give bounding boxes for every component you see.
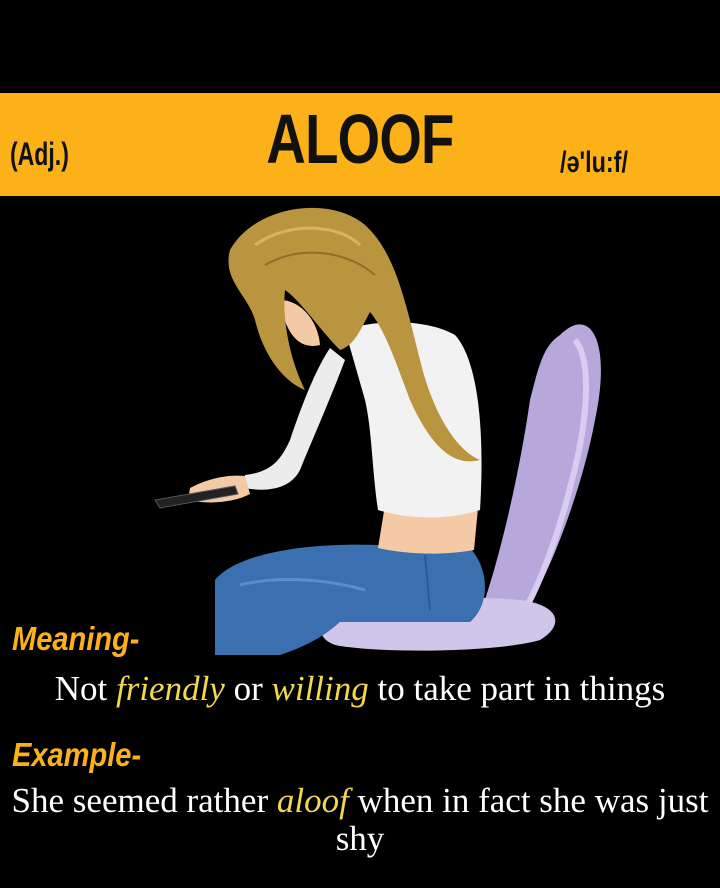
word-title: ALOOF [266, 100, 454, 178]
part-of-speech: (Adj.) [10, 136, 69, 172]
meaning-part: Not [54, 669, 116, 708]
example-highlight-aloof: aloof [276, 781, 349, 820]
pronunciation: /ə'lu:f/ [560, 146, 628, 179]
example-part: She seemed rather [11, 781, 277, 820]
example-part: when in fact she was just shy [335, 781, 709, 858]
example-text: She seemed rather aloof when in fact she… [0, 782, 720, 858]
meaning-text: Not friendly or willing to take part in … [0, 670, 720, 708]
meaning-label: Meaning- [12, 620, 140, 657]
meaning-highlight-willing: willing [271, 669, 369, 708]
meaning-highlight-friendly: friendly [115, 669, 225, 708]
meaning-part: to take part in things [368, 669, 666, 708]
girl-on-chair-illustration [154, 207, 601, 655]
example-label: Example- [12, 736, 142, 773]
meaning-part: or [224, 669, 272, 708]
